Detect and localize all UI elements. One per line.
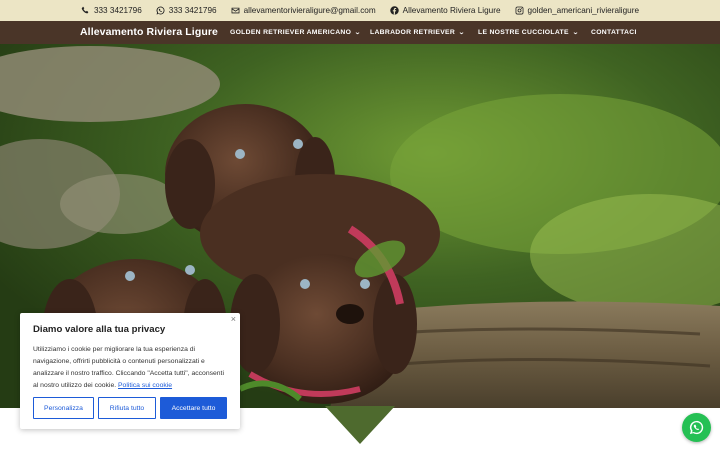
whatsapp-link[interactable]: 333 3421796 xyxy=(156,6,217,15)
menu-cucciolate[interactable]: LE NOSTRE CUCCIOLATE ⌄ xyxy=(478,29,579,36)
reject-all-button[interactable]: Rifiuta tutto xyxy=(98,397,156,419)
contact-bar: 333 3421796 333 3421796 allevamentorivie… xyxy=(0,0,720,21)
menu-contattaci[interactable]: CONTATTACI xyxy=(591,29,637,36)
chevron-down-icon: ⌄ xyxy=(354,30,362,36)
cookie-buttons: Personalizza Rifiuta tutto Accettare tut… xyxy=(33,397,227,419)
menu-label: CONTATTACI xyxy=(591,29,637,36)
envelope-icon xyxy=(231,6,240,15)
email-link[interactable]: allevamentorivieraligure@gmail.com xyxy=(231,6,376,15)
cookie-description: Utilizziamo i cookie per migliorare la t… xyxy=(33,344,227,392)
cookie-consent-dialog: × Diamo valore alla tua privacy Utilizzi… xyxy=(20,313,240,429)
instagram-icon xyxy=(515,6,524,15)
facebook-link[interactable]: Allevamento Riviera Ligure xyxy=(389,6,501,15)
menu-label: LE NOSTRE CUCCIOLATE xyxy=(478,29,569,36)
instagram-text: golden_americani_rivieraligure xyxy=(527,6,640,15)
whatsapp-float-button[interactable] xyxy=(682,413,711,442)
phone-icon xyxy=(81,6,90,15)
chevron-down-icon: ⌄ xyxy=(458,30,466,36)
chevron-down-icon: ⌄ xyxy=(572,30,579,36)
cookie-policy-link[interactable]: Politica sui cookie xyxy=(118,382,172,389)
menu-labrador-retriever[interactable]: LABRADOR RETRIEVER ⌄ xyxy=(370,29,466,36)
email-text: allevamentorivieraligure@gmail.com xyxy=(243,6,376,15)
whatsapp-icon xyxy=(689,420,704,435)
main-navbar: Allevamento Riviera Ligure GOLDEN RETRIE… xyxy=(0,21,720,44)
customize-button[interactable]: Personalizza xyxy=(33,397,94,419)
whatsapp-icon xyxy=(156,6,165,15)
facebook-text: Allevamento Riviera Ligure xyxy=(402,6,501,15)
whatsapp-text: 333 3421796 xyxy=(168,6,217,15)
facebook-icon xyxy=(389,6,399,15)
phone-link[interactable]: 333 3421796 xyxy=(81,6,142,15)
section-divider-notch xyxy=(325,406,395,444)
site-brand[interactable]: Allevamento Riviera Ligure xyxy=(80,26,218,38)
instagram-link[interactable]: golden_americani_rivieraligure xyxy=(515,6,640,15)
menu-golden-retriever[interactable]: GOLDEN RETRIEVER AMERICANO ⌄ xyxy=(230,29,361,36)
phone-text: 333 3421796 xyxy=(93,6,142,15)
cookie-title: Diamo valore alla tua privacy xyxy=(33,324,166,335)
menu-label: LABRADOR RETRIEVER xyxy=(370,29,456,36)
menu-label: GOLDEN RETRIEVER AMERICANO xyxy=(230,29,352,36)
close-icon[interactable]: × xyxy=(231,314,236,324)
accept-all-button[interactable]: Accettare tutto xyxy=(160,397,227,419)
